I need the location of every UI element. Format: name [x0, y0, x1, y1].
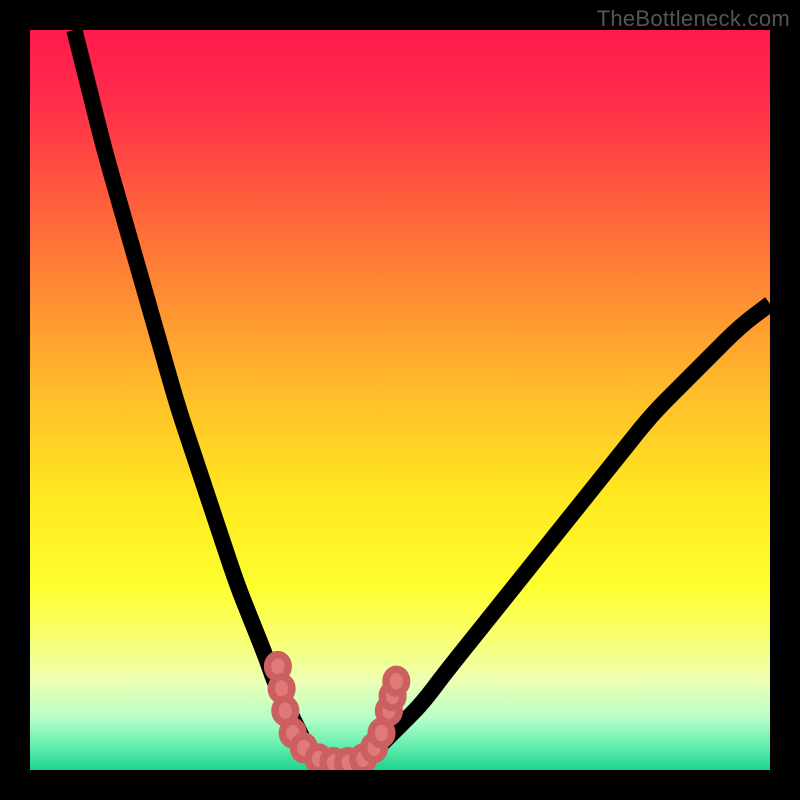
scatter-group [268, 655, 407, 770]
bottleneck-curve [74, 30, 770, 763]
scatter-point [386, 669, 407, 693]
watermark-text: TheBottleneck.com [597, 6, 790, 32]
plot-area [30, 30, 770, 770]
chart-svg [30, 30, 770, 770]
outer-frame: TheBottleneck.com [0, 0, 800, 800]
